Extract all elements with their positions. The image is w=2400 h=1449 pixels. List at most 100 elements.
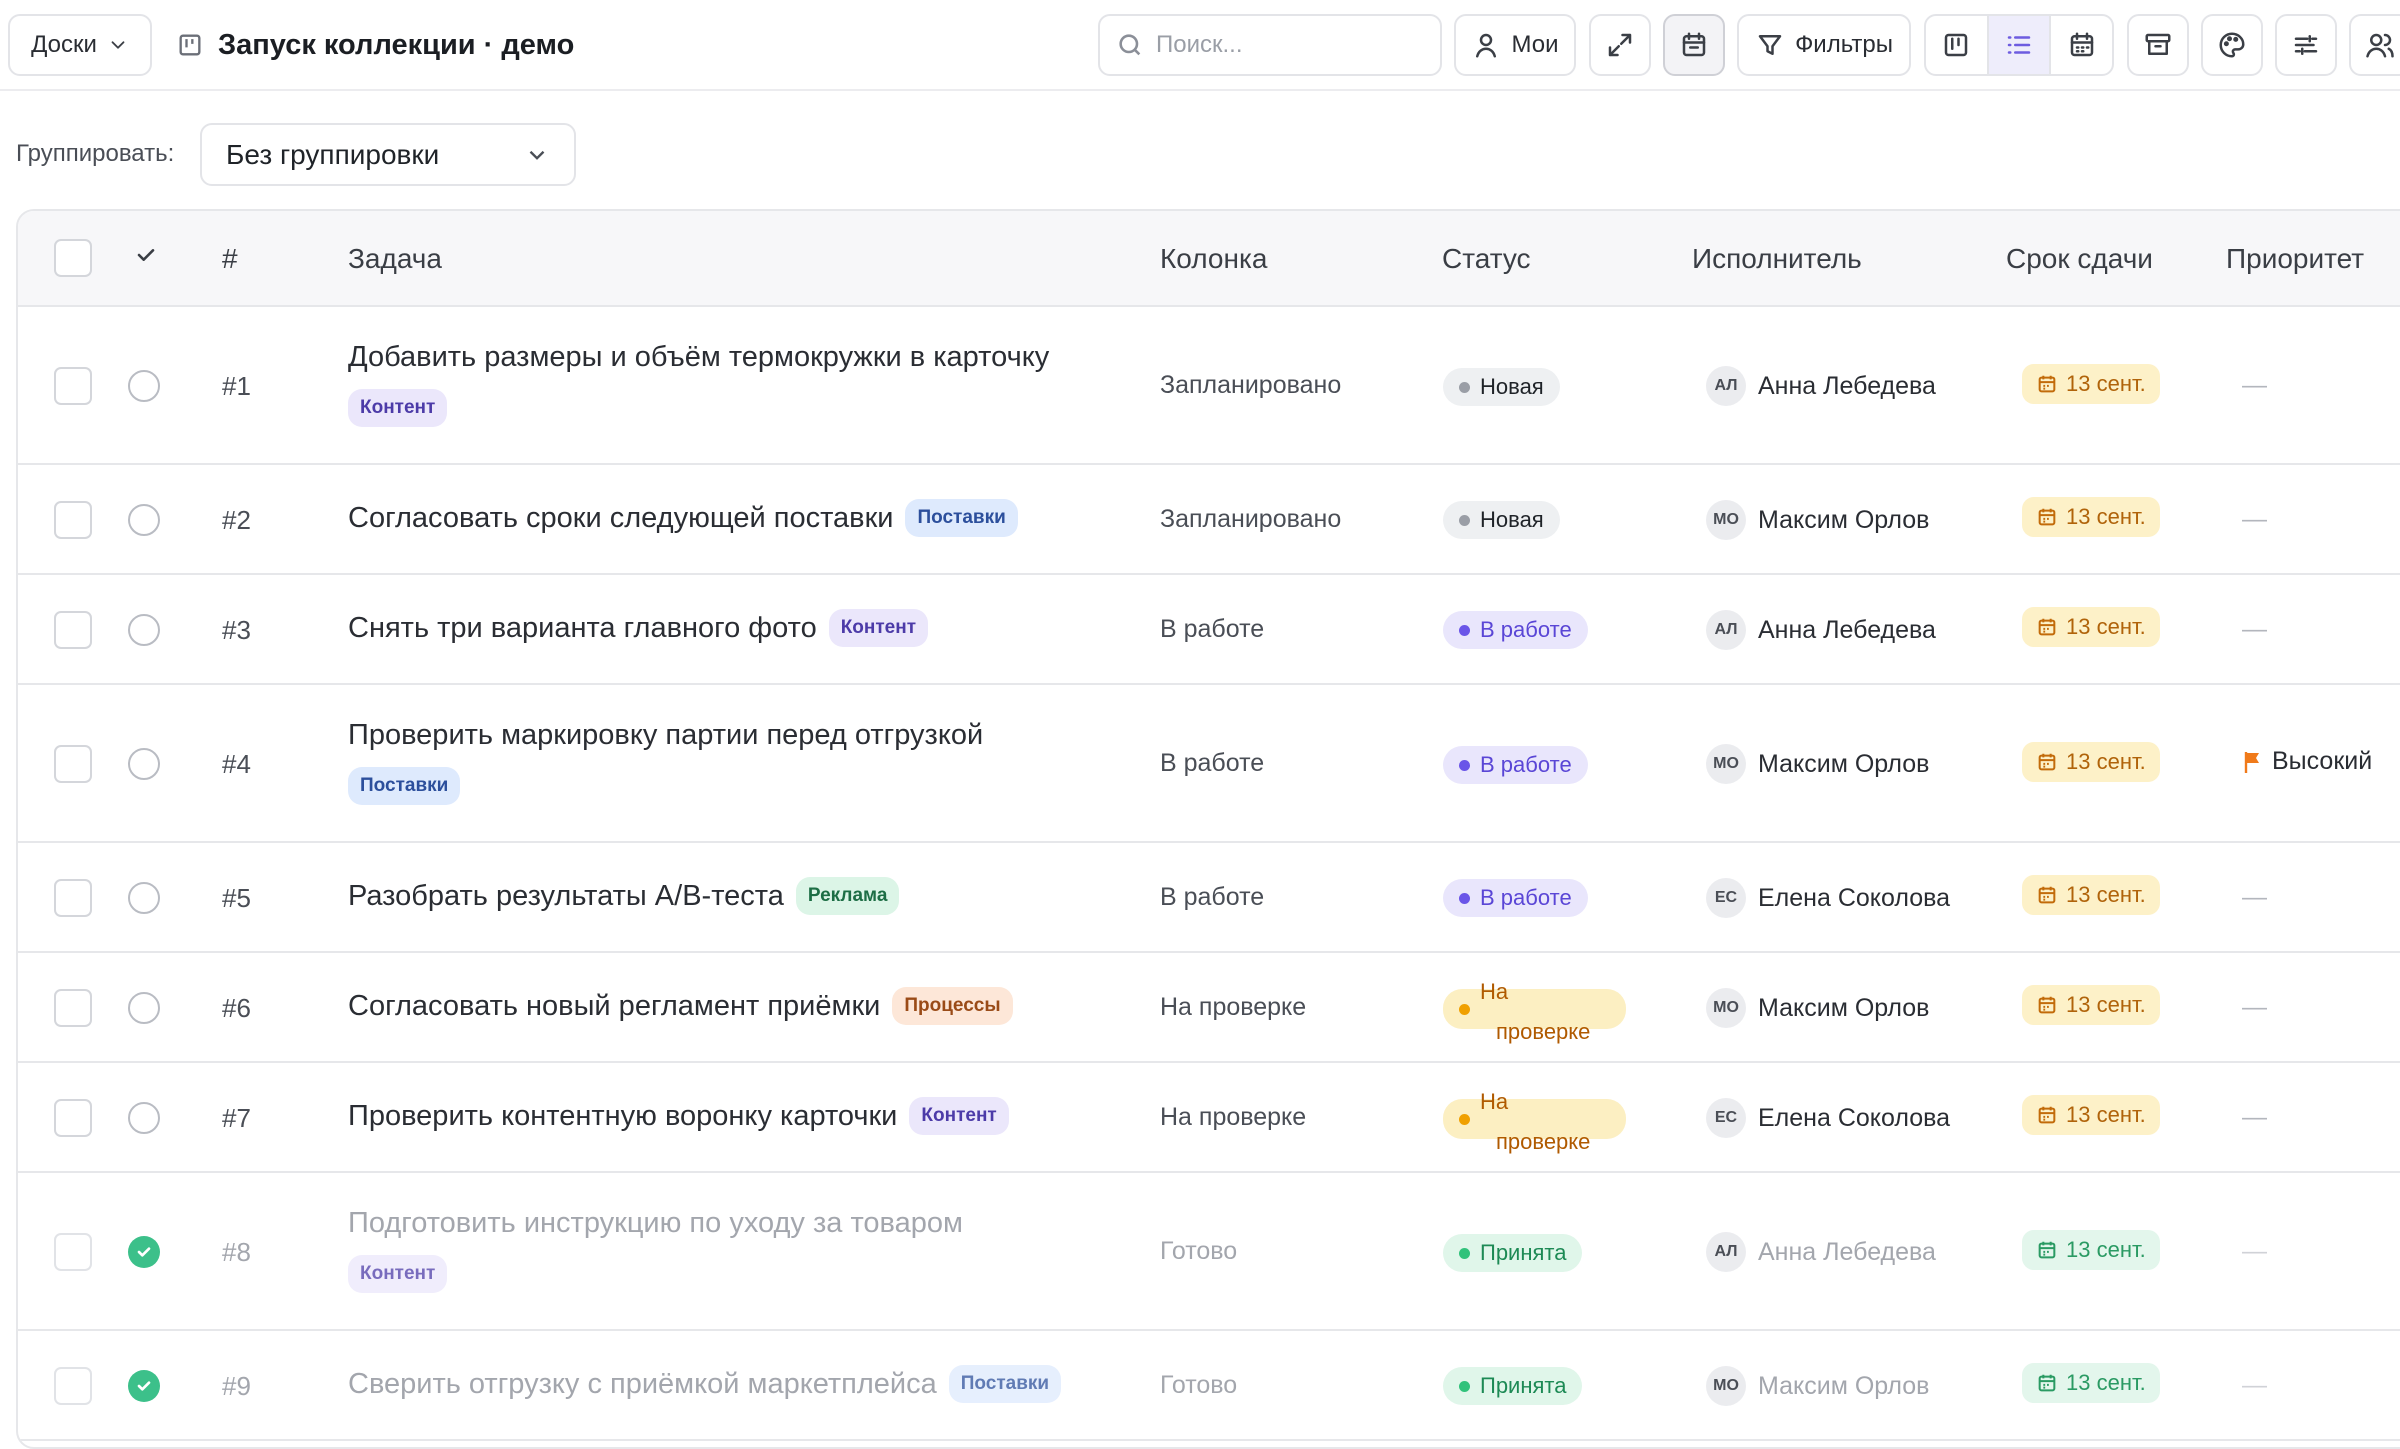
header-status[interactable]: Статус [1442, 243, 1531, 275]
status-badge[interactable]: Принята [1443, 1234, 1583, 1272]
avatar: АЛ [1706, 366, 1746, 406]
group-by-select[interactable]: Без группировки [200, 123, 576, 186]
complete-toggle[interactable] [128, 1102, 160, 1134]
table-row[interactable]: #8 Подготовить инструкцию по уходу за то… [18, 1173, 2400, 1331]
expand-button[interactable] [1589, 14, 1651, 76]
assignee[interactable]: ЕС Елена Соколова [1706, 1098, 1950, 1138]
assignee[interactable]: МО Максим Орлов [1706, 1366, 1929, 1406]
due-date-badge[interactable]: 13 сент. [2022, 364, 2160, 404]
header-num[interactable]: # [222, 243, 238, 275]
due-date-badge[interactable]: 13 сент. [2022, 1230, 2160, 1270]
row-checkbox[interactable] [54, 611, 92, 649]
status-badge[interactable]: Новая [1443, 501, 1560, 539]
complete-toggle[interactable] [128, 614, 160, 646]
priority-high[interactable]: Высокий [2242, 747, 2372, 776]
task-number: #2 [222, 505, 251, 535]
due-date-badge[interactable]: 13 сент. [2022, 1095, 2160, 1135]
table-row[interactable]: #3 Снять три варианта главного фото Конте… [18, 575, 2400, 685]
task-title[interactable]: Добавить размеры и объём термокружки в к… [348, 341, 1049, 374]
calendar-grid-icon [2070, 32, 2093, 57]
row-checkbox[interactable] [54, 501, 92, 539]
priority-empty[interactable]: — [2242, 371, 2267, 400]
board-view-button[interactable] [1926, 16, 1987, 74]
priority-empty[interactable]: — [2242, 505, 2267, 534]
status-badge[interactable]: Принята [1443, 1367, 1583, 1405]
assignee[interactable]: ЕС Елена Соколова [1706, 878, 1950, 918]
board-icon [179, 34, 201, 56]
task-title[interactable]: Подготовить инструкцию по уходу за товар… [348, 1207, 963, 1240]
filters-button[interactable]: Фильтры [1737, 14, 1911, 76]
complete-toggle[interactable] [128, 748, 160, 780]
table-row[interactable]: #1 Добавить размеры и объём термокружки … [18, 307, 2400, 465]
priority-empty[interactable]: — [2242, 883, 2267, 912]
table-row[interactable]: #6 Согласовать новый регламент приёмки Пр… [18, 953, 2400, 1063]
row-checkbox[interactable] [54, 367, 92, 405]
assignee[interactable]: АЛ Анна Лебедева [1706, 366, 1936, 406]
due-date-badge[interactable]: 13 сент. [2022, 497, 2160, 537]
status-badge[interactable]: В работе [1443, 879, 1588, 917]
task-title[interactable]: Согласовать сроки следующей поставки Пост… [348, 499, 1018, 537]
boards-dropdown-button[interactable]: Доски [8, 14, 152, 76]
table-row[interactable]: #4 Проверить маркировку партии перед отг… [18, 685, 2400, 843]
header-priority[interactable]: Приоритет [2226, 243, 2364, 275]
due-date-badge[interactable]: 13 сент. [2022, 742, 2160, 782]
task-tag: Контент [348, 1255, 448, 1293]
mine-filter-button[interactable]: Мои [1454, 14, 1576, 76]
assignee[interactable]: МО Максим Орлов [1706, 500, 1929, 540]
members-button[interactable] [2349, 14, 2400, 76]
status-badge[interactable]: В работе [1443, 611, 1588, 649]
assignee[interactable]: АЛ Анна Лебедева [1706, 1232, 1936, 1272]
complete-toggle[interactable] [128, 1236, 160, 1268]
header-assignee[interactable]: Исполнитель [1692, 243, 1862, 275]
row-checkbox[interactable] [54, 1099, 92, 1137]
task-title[interactable]: Снять три варианта главного фото Контент [348, 609, 929, 647]
status-badge[interactable]: В работе [1443, 746, 1588, 784]
select-all-checkbox[interactable] [54, 239, 92, 277]
complete-toggle[interactable] [128, 1370, 160, 1402]
row-checkbox[interactable] [54, 745, 92, 783]
row-checkbox[interactable] [54, 879, 92, 917]
assignee[interactable]: МО Максим Орлов [1706, 988, 1929, 1028]
assignee[interactable]: АЛ Анна Лебедева [1706, 610, 1936, 650]
priority-empty[interactable]: — [2242, 1371, 2267, 1400]
priority-empty[interactable]: — [2242, 1103, 2267, 1132]
task-title[interactable]: Сверить отгрузку с приёмкой маркетплейса… [348, 1365, 1062, 1403]
complete-toggle[interactable] [128, 504, 160, 536]
settings-button[interactable] [2275, 14, 2337, 76]
due-date-badge[interactable]: 13 сент. [2022, 607, 2160, 647]
priority-empty[interactable]: — [2242, 993, 2267, 1022]
calendar-view-button[interactable] [2049, 16, 2112, 74]
due-date-badge[interactable]: 13 сент. [2022, 875, 2160, 915]
task-title-text: Согласовать сроки следующей поставки [348, 501, 894, 534]
search-input[interactable] [1156, 31, 1416, 59]
list-view-button[interactable] [1986, 16, 2050, 74]
due-date-badge[interactable]: 13 сент. [2022, 1363, 2160, 1403]
table-row[interactable]: #7 Проверить контентную воронку карточки… [18, 1063, 2400, 1173]
table-row[interactable]: #9 Сверить отгрузку с приёмкой маркетпле… [18, 1331, 2400, 1441]
archive-button[interactable] [2127, 14, 2189, 76]
complete-toggle[interactable] [128, 370, 160, 402]
row-checkbox[interactable] [54, 1367, 92, 1405]
priority-empty[interactable]: — [2242, 1237, 2267, 1266]
header-due[interactable]: Срок сдачи [2006, 243, 2153, 275]
task-title[interactable]: Согласовать новый регламент приёмки Проце… [348, 987, 1013, 1025]
task-title[interactable]: Проверить контентную воронку карточки Кон… [348, 1097, 1009, 1135]
table-row[interactable]: #5 Разобрать результаты A/B-теста Реклама… [18, 843, 2400, 953]
complete-toggle[interactable] [128, 992, 160, 1024]
row-checkbox[interactable] [54, 1233, 92, 1271]
task-title[interactable]: Разобрать результаты A/B-теста Реклама [348, 877, 900, 915]
theme-button[interactable] [2201, 14, 2263, 76]
due-date-badge[interactable]: 13 сент. [2022, 985, 2160, 1025]
priority-empty[interactable]: — [2242, 615, 2267, 644]
header-column[interactable]: Колонка [1160, 243, 1267, 275]
task-title[interactable]: Проверить маркировку партии перед отгруз… [348, 719, 983, 752]
table-row[interactable]: #2 Согласовать сроки следующей поставки П… [18, 465, 2400, 575]
search-box[interactable] [1098, 14, 1442, 76]
calendar-toggle-button[interactable] [1663, 14, 1725, 76]
complete-toggle[interactable] [128, 882, 160, 914]
row-checkbox[interactable] [54, 989, 92, 1027]
task-title-text: Проверить контентную воронку карточки [348, 1099, 898, 1132]
header-task[interactable]: Задача [348, 243, 442, 275]
status-badge[interactable]: Новая [1443, 368, 1560, 406]
assignee[interactable]: МО Максим Орлов [1706, 744, 1929, 784]
